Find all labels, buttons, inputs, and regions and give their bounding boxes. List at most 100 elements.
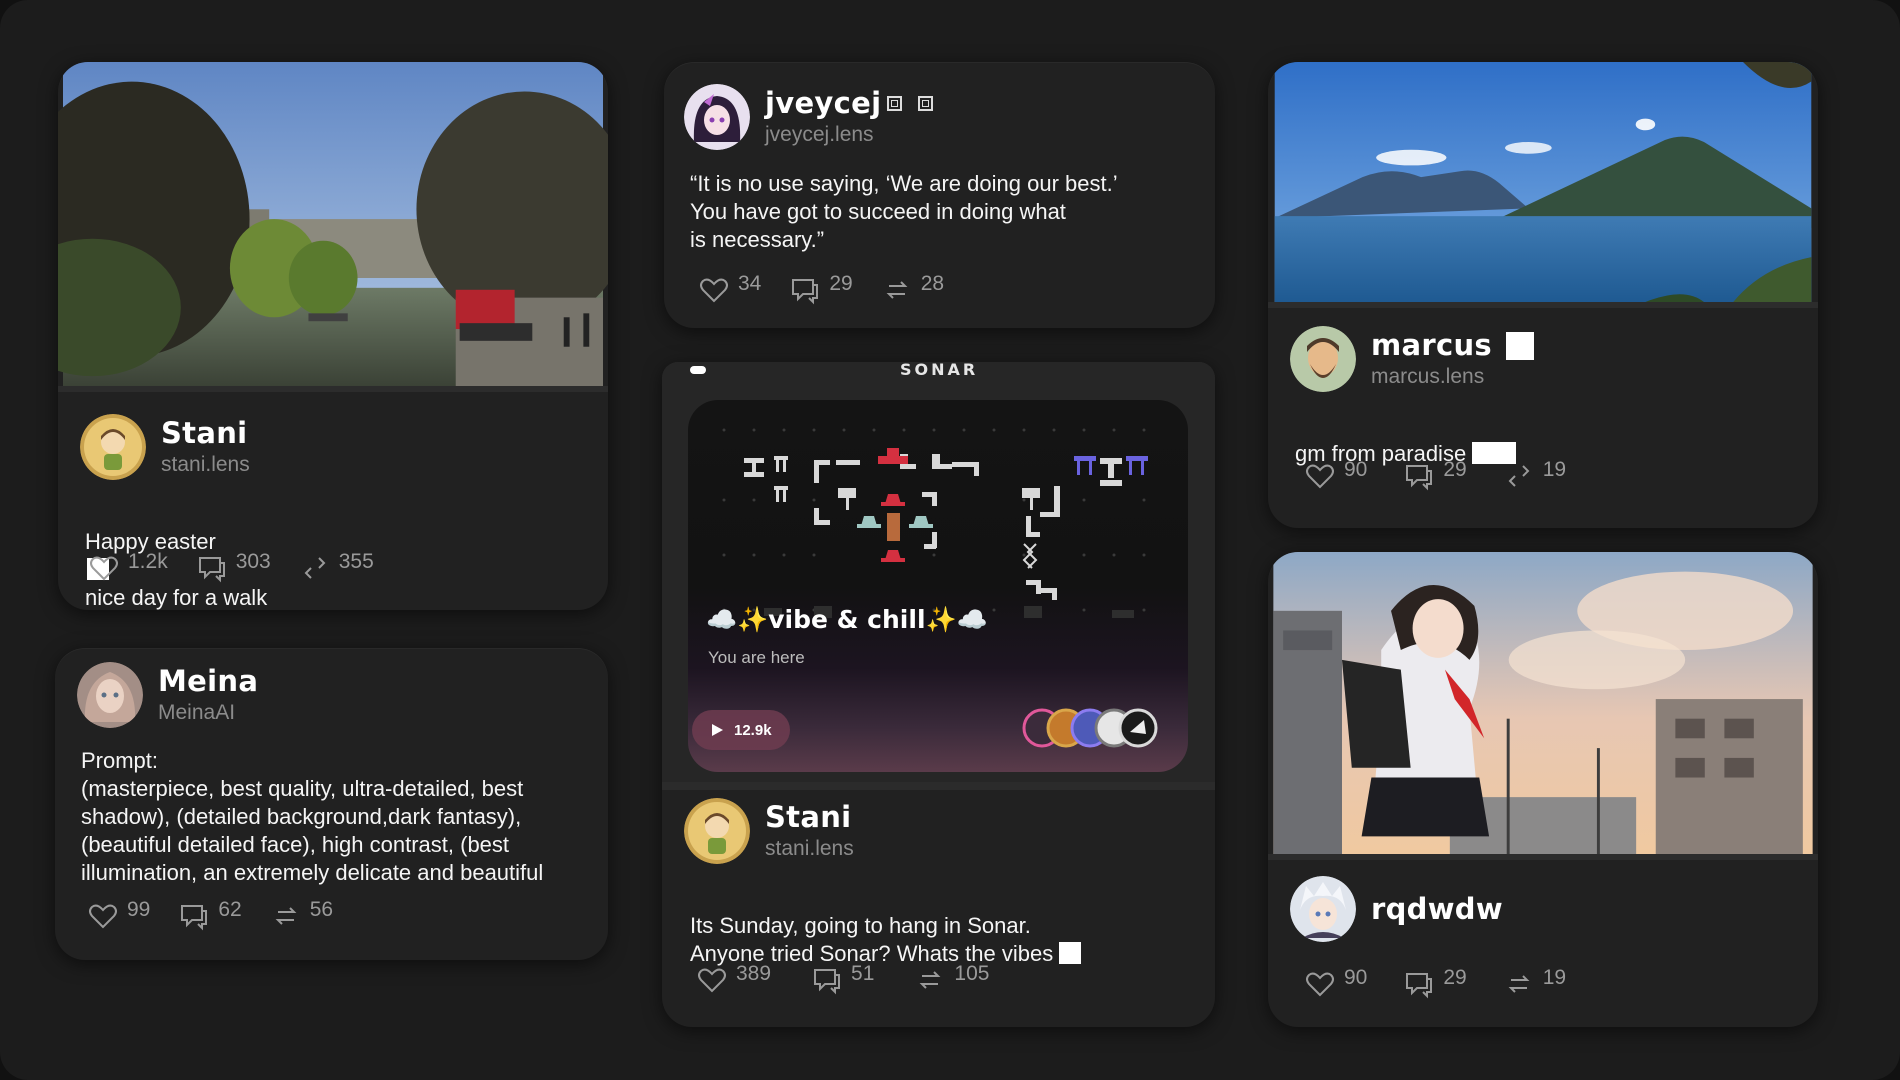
comment-button[interactable]: 29	[789, 272, 853, 306]
author-handle[interactable]: MeinaAI	[158, 702, 258, 723]
avatar[interactable]	[77, 662, 143, 728]
heart-icon	[1306, 464, 1334, 489]
mirror-button[interactable]: 28	[881, 272, 945, 306]
comment-count: 51	[851, 962, 875, 985]
like-button[interactable]: 34	[698, 272, 762, 306]
mirror-button[interactable]: 56	[270, 898, 334, 932]
sonar-title: SONAR	[900, 362, 979, 379]
mirror-icon	[304, 557, 326, 579]
like-count: 1.2k	[128, 550, 168, 573]
author-handle[interactable]: marcus.lens	[1371, 366, 1534, 387]
badge-emoji-icon	[1506, 331, 1534, 360]
post-stats: 1.2k 303 355	[88, 550, 402, 584]
comment-count: 29	[1443, 966, 1467, 989]
post-stats: 34 29 28	[698, 272, 972, 306]
sonar-embed[interactable]: SONAR ☁️✨vibe & chill✨☁️ You are here 12…	[662, 362, 1215, 782]
like-button[interactable]: 389	[696, 962, 772, 996]
author-handle[interactable]: stani.lens	[765, 838, 854, 859]
comment-button[interactable]: 51	[811, 962, 875, 996]
post-image-anime-girl[interactable]	[1268, 552, 1818, 860]
mirror-count: 19	[1542, 458, 1567, 481]
mirror-button[interactable]: 19	[1503, 966, 1567, 1000]
like-button[interactable]: 90	[1304, 458, 1368, 492]
mirror-icon	[1508, 465, 1530, 487]
post-card-meina[interactable]: Meina MeinaAI Prompt: (masterpiece, best…	[55, 648, 608, 960]
heart-icon	[698, 968, 726, 993]
like-count: 90	[1344, 458, 1368, 481]
avatar[interactable]	[684, 84, 750, 150]
author-handle[interactable]: stani.lens	[161, 454, 250, 475]
author-handle[interactable]: jveycej.lens	[765, 124, 933, 145]
post-card-stani-easter[interactable]: Stani stani.lens Happy easter nice day f…	[58, 62, 608, 610]
pro-badge-icon	[918, 96, 934, 111]
post-image-canal[interactable]	[58, 62, 608, 392]
sonar-room-name: ☁️✨vibe & chill✨☁️	[706, 605, 988, 634]
post-card-jveycej[interactable]: jveycej jveycej.lens “It is no use sayin…	[664, 62, 1215, 328]
comment-icon	[181, 905, 208, 931]
post-text: Its Sunday, going to hang in Sonar. Anyo…	[690, 884, 1195, 968]
post-text: “It is no use saying, ‘We are doing our …	[690, 171, 1118, 252]
mirror-count: 19	[1542, 966, 1567, 989]
comment-count: 62	[218, 898, 242, 921]
comment-count: 29	[829, 272, 853, 295]
comment-button[interactable]: 62	[178, 898, 242, 932]
mirror-icon	[1508, 975, 1530, 993]
emoji-icon	[1059, 942, 1082, 964]
mirror-button[interactable]: 355	[299, 550, 374, 584]
mirror-icon	[275, 907, 297, 925]
like-button[interactable]: 99	[87, 898, 151, 932]
comment-button[interactable]: 303	[196, 550, 271, 584]
sonar-play-button[interactable]: 12.9k	[692, 710, 790, 750]
comment-count: 303	[235, 550, 271, 573]
author-name[interactable]: rqdwdw	[1371, 894, 1503, 924]
like-count: 389	[736, 962, 772, 985]
comment-icon	[198, 557, 225, 583]
mirror-count: 355	[338, 550, 374, 573]
author-name[interactable]: marcus	[1371, 331, 1534, 360]
like-count: 90	[1344, 966, 1368, 989]
mirror-count: 28	[920, 272, 945, 295]
mirror-button[interactable]: 19	[1503, 458, 1567, 492]
post-text: Prompt: (masterpiece, best quality, ultr…	[81, 748, 544, 885]
post-stats: 90 29 19	[1304, 966, 1594, 1000]
sonar-listener-avatars[interactable]	[1022, 706, 1162, 750]
author-name[interactable]: Stani	[765, 803, 854, 832]
post-card-stani-sonar[interactable]: SONAR ☁️✨vibe & chill✨☁️ You are here 12…	[662, 362, 1215, 1027]
comment-icon	[814, 969, 841, 995]
post-card-rqdwdw[interactable]: rqdwdw 90 29 19	[1268, 552, 1818, 1027]
heart-icon	[89, 904, 117, 929]
sonar-map	[722, 428, 1148, 618]
mirror-count: 56	[309, 898, 334, 921]
divider	[662, 782, 1215, 790]
post-image-lake[interactable]	[1268, 62, 1818, 308]
author-name[interactable]: Meina	[158, 667, 258, 696]
author-name[interactable]: Stani	[161, 419, 250, 448]
heart-icon	[90, 556, 118, 581]
comment-count: 29	[1443, 458, 1467, 481]
avatar[interactable]	[1290, 326, 1356, 392]
post-stats: 389 51 105	[696, 962, 1017, 996]
like-button[interactable]: 1.2k	[88, 550, 168, 584]
post-card-marcus[interactable]: marcus marcus.lens gm from paradise 90 2…	[1268, 62, 1818, 528]
mirror-button[interactable]: 105	[914, 962, 990, 996]
like-count: 34	[738, 272, 762, 295]
comment-button[interactable]: 29	[1403, 458, 1467, 492]
heart-icon	[700, 278, 728, 303]
avatar[interactable]	[684, 798, 750, 864]
status-dot-icon	[690, 366, 706, 374]
like-button[interactable]: 90	[1304, 966, 1368, 1000]
mirror-icon	[886, 281, 908, 299]
author-name[interactable]: jveycej	[765, 89, 934, 118]
like-count: 99	[127, 898, 151, 921]
avatar[interactable]	[1290, 876, 1356, 942]
avatar[interactable]	[80, 414, 146, 480]
sonar-room-status: You are here	[708, 648, 805, 667]
post-stats: 90 29 19	[1304, 458, 1594, 492]
mirror-count: 105	[954, 962, 990, 985]
sonar-room-preview[interactable]: ☁️✨vibe & chill✨☁️ You are here 12.9k	[688, 400, 1188, 772]
comment-button[interactable]: 29	[1403, 966, 1467, 1000]
heart-icon	[1306, 972, 1334, 997]
comment-icon	[1406, 465, 1433, 491]
post-stats: 99 62 56	[87, 898, 361, 932]
play-icon	[712, 724, 723, 736]
